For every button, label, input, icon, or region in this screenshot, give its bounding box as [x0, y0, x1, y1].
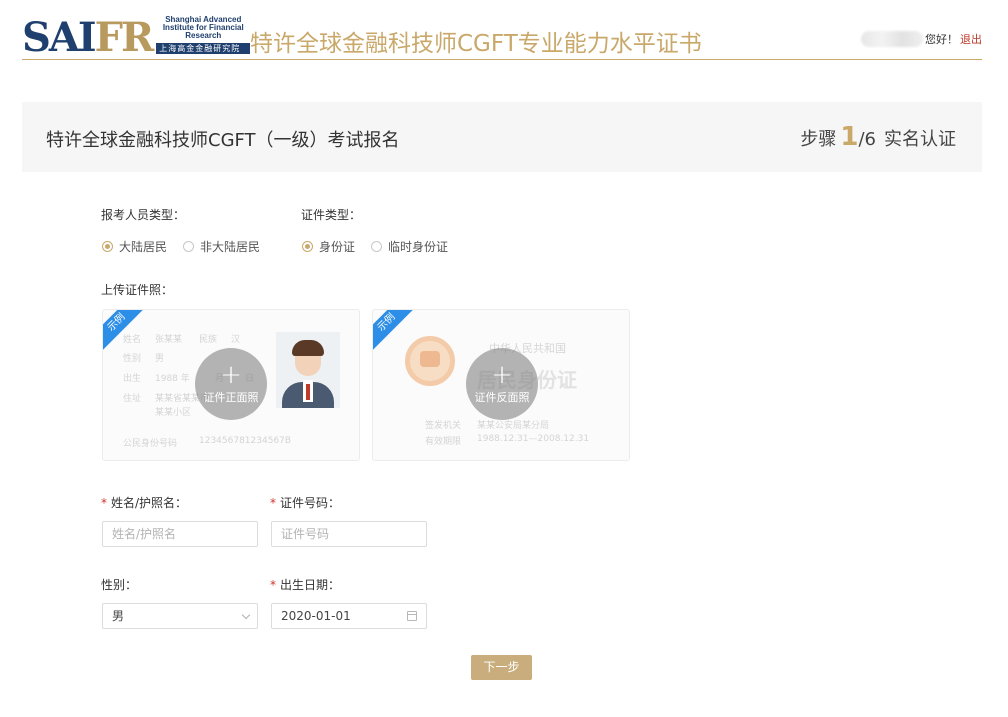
- birthdate-label-text: 出生日期：: [280, 578, 341, 592]
- radio-unchecked-icon: [371, 241, 383, 252]
- sample-portrait-image: [276, 332, 340, 408]
- sample-text: 张某某: [155, 335, 183, 345]
- site-header: SAIFR Shanghai Advanced Institute for Fi…: [22, 14, 982, 60]
- gender-selected-value: 男: [112, 609, 125, 623]
- id-type-radio-group: 身份证 临时身份证: [302, 238, 464, 255]
- sample-text: 某某小区: [155, 408, 192, 418]
- step-name: 实名认证: [884, 129, 956, 150]
- sample-text: 出生: [123, 374, 142, 384]
- plus-icon: +: [491, 360, 513, 390]
- sample-text: 1988.12.31—2008.12.31: [477, 434, 590, 444]
- radio-unchecked-icon: [183, 241, 195, 252]
- step-total: /6: [858, 129, 876, 150]
- required-asterisk: *: [101, 496, 107, 510]
- upload-id-photo-label: 上传证件照：: [101, 283, 174, 297]
- saifr-logo[interactable]: SAIFR Shanghai Advanced Institute for Fi…: [22, 15, 251, 58]
- user-area: 您好！ 退出: [861, 31, 982, 47]
- sample-text: 姓名: [123, 335, 142, 345]
- sample-text: 签发机关: [425, 421, 462, 431]
- birthdate-picker[interactable]: 2020-01-01: [271, 603, 427, 629]
- radio-label: 身份证: [319, 240, 356, 254]
- name-label-text: 姓名/护照名：: [111, 496, 188, 510]
- calendar-icon: [407, 611, 417, 621]
- sample-text: 男: [155, 354, 165, 364]
- sample-text: 1988 年: [155, 374, 190, 384]
- sample-text: 民族: [199, 335, 218, 345]
- radio-label: 非大陆居民: [200, 240, 261, 254]
- sample-text: 汉: [231, 335, 241, 345]
- sample-text: 公民身份号码: [123, 439, 178, 449]
- logo-chinese-name: 上海高金金融研究院: [156, 43, 251, 54]
- gender-label: 性别：: [101, 578, 138, 592]
- site-title: 特许全球金融科技师CGFT专业能力水平证书: [250, 31, 702, 57]
- greeting-text: 您好！: [925, 33, 958, 46]
- id-front-upload-card[interactable]: 示例 姓名 张某某 民族 汉 性别 男 出生 1988 年 月 日 住址 某某省…: [102, 309, 360, 461]
- user-avatar-blurred: [861, 31, 923, 47]
- page-heading-bar: 特许全球金融科技师CGFT（一级）考试报名 步骤 1 /6 实名认证: [22, 102, 982, 172]
- radio-checked-icon: [102, 241, 113, 252]
- sample-text: 123456781234567B: [199, 436, 292, 446]
- id-number-label: * 证件号码：: [270, 494, 340, 511]
- sample-text: 性别: [123, 354, 142, 364]
- step-prefix: 步骤: [800, 129, 837, 150]
- id-type-label: 证件类型：: [301, 208, 362, 222]
- national-emblem-icon: [405, 336, 455, 386]
- step-current: 1: [840, 122, 859, 152]
- required-asterisk: *: [270, 578, 276, 592]
- applicant-type-label: 报考人员类型：: [101, 208, 186, 222]
- logo-text: Shanghai Advanced Institute for Financia…: [156, 15, 251, 54]
- upload-front-caption: 证件正面照: [203, 391, 259, 404]
- radio-non-mainland-resident[interactable]: 非大陆居民: [183, 238, 260, 255]
- radio-label: 大陆居民: [119, 240, 168, 254]
- id-number-input[interactable]: [271, 521, 427, 547]
- upload-back-button[interactable]: + 证件反面照: [466, 348, 538, 420]
- chevron-down-icon: [241, 610, 251, 620]
- upload-back-caption: 证件反面照: [474, 391, 530, 404]
- next-step-button[interactable]: 下一步: [471, 655, 532, 680]
- logo-mark: SAIFR: [22, 18, 154, 58]
- required-asterisk: *: [270, 496, 276, 510]
- sample-text: 住址: [123, 394, 142, 404]
- name-input[interactable]: [102, 521, 258, 547]
- birthdate-label: * 出生日期：: [270, 576, 340, 593]
- logo-english-name: Shanghai Advanced Institute for Financia…: [162, 15, 244, 40]
- radio-checked-icon: [302, 241, 313, 252]
- page-title: 特许全球金融科技师CGFT（一级）考试报名: [46, 130, 400, 151]
- logo-mark-part-a: SAI: [22, 14, 97, 61]
- step-indicator: 步骤 1 /6 实名认证: [800, 122, 956, 152]
- name-label: * 姓名/护照名：: [101, 494, 187, 511]
- radio-temporary-id-card[interactable]: 临时身份证: [371, 238, 448, 255]
- sample-text: 某某公安局某分局: [477, 421, 550, 431]
- logout-link[interactable]: 退出: [960, 31, 982, 47]
- id-back-upload-card[interactable]: 示例 中华人民共和国 居民身份证 签发机关 某某公安局某分局 有效期限 1988…: [372, 309, 630, 461]
- logo-mark-part-b: FR: [94, 14, 155, 61]
- radio-id-card[interactable]: 身份证: [302, 238, 355, 255]
- upload-front-button[interactable]: + 证件正面照: [195, 348, 267, 420]
- applicant-type-radio-group: 大陆居民 非大陆居民: [102, 238, 276, 255]
- sample-text: 有效期限: [425, 437, 462, 447]
- gender-select[interactable]: 男: [102, 603, 258, 629]
- radio-mainland-resident[interactable]: 大陆居民: [102, 238, 167, 255]
- plus-icon: +: [220, 360, 242, 390]
- id-number-label-text: 证件号码：: [280, 496, 341, 510]
- radio-label: 临时身份证: [388, 240, 449, 254]
- birthdate-value: 2020-01-01: [281, 609, 351, 623]
